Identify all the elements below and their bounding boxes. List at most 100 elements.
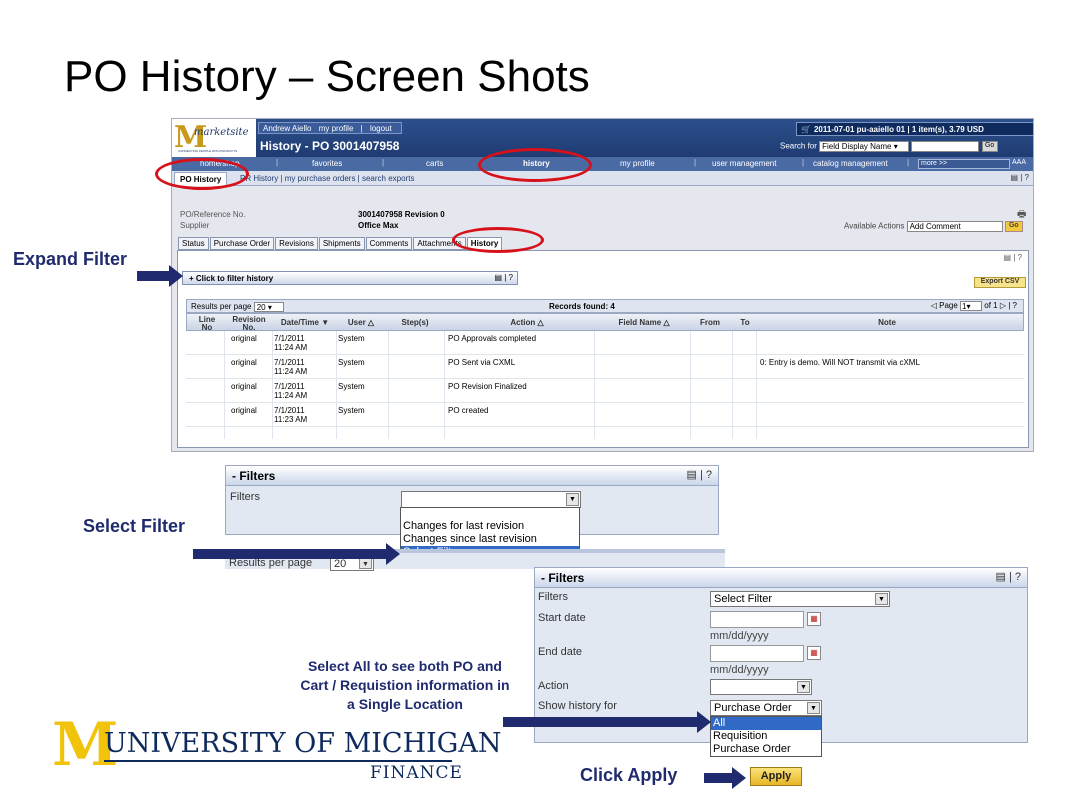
show-history-select[interactable]: Purchase Order ▼ bbox=[710, 700, 822, 716]
results-per-page-select[interactable]: 20 ▾ bbox=[253, 302, 284, 312]
cell-time: 11:23 AM bbox=[274, 415, 308, 424]
cell-action: PO Approvals completed bbox=[448, 334, 537, 343]
chevron-down-icon: ▼ bbox=[566, 493, 579, 506]
filters-select[interactable]: ▼ bbox=[401, 491, 581, 508]
filters-header[interactable]: - Filters ▤ | ? bbox=[535, 568, 1027, 588]
table-row: original 7/1/2011 11:24 AM System PO Sent… bbox=[186, 355, 1024, 379]
cell-revision: original bbox=[231, 334, 257, 343]
font-size-control[interactable]: AAA bbox=[1012, 159, 1026, 166]
select-all-callout: Select All to see both PO and Cart / Req… bbox=[280, 657, 530, 714]
nav-user-management[interactable]: user management bbox=[712, 159, 776, 168]
action-select[interactable]: ▼ bbox=[710, 679, 812, 695]
tab-revisions[interactable]: Revisions bbox=[275, 237, 318, 250]
start-date-input[interactable] bbox=[710, 611, 804, 628]
expand-filter-callout: Expand Filter bbox=[13, 249, 128, 269]
search-go-button[interactable]: Go bbox=[981, 141, 998, 152]
subnav-links[interactable]: PR History | my purchase orders | search… bbox=[240, 174, 414, 183]
select-all-arrow bbox=[503, 711, 711, 733]
nav-favorites[interactable]: favorites bbox=[312, 159, 342, 168]
nav-more-select[interactable]: more >> bbox=[918, 159, 1010, 169]
cell-date-time: 7/1/2011 11:24 AM bbox=[274, 358, 307, 376]
tab-comments[interactable]: Comments bbox=[365, 237, 413, 250]
col-note[interactable]: Note bbox=[867, 319, 907, 327]
show-history-option-requisition[interactable]: Requisition bbox=[711, 730, 821, 743]
col-user-label: User bbox=[347, 318, 366, 327]
cell-date: 7/1/2011 bbox=[274, 358, 305, 367]
cell-time: 11:24 AM bbox=[274, 343, 308, 352]
tab-status[interactable]: Status bbox=[178, 237, 209, 250]
cart-summary[interactable]: 🛒 2011-07-01 pu-aaiello 01 | 1 item(s), 3… bbox=[796, 122, 1033, 136]
filter-option[interactable]: Changes for last revision bbox=[401, 520, 579, 533]
tab-purchase-order[interactable]: Purchase Order bbox=[209, 237, 275, 250]
cell-date-time: 7/1/2011 11:23 AM bbox=[274, 406, 307, 424]
available-actions-select[interactable]: Add Comment bbox=[906, 221, 1003, 232]
apply-button[interactable]: Apply bbox=[750, 767, 802, 786]
filter-bar-icons[interactable]: ▤ | ? bbox=[494, 273, 513, 282]
history-panel: ▤ | ? + Click to filter history ▤ | ? Ex… bbox=[177, 250, 1029, 448]
next-page-icon[interactable]: ▷ bbox=[1000, 301, 1006, 310]
search-field-select[interactable]: Field Display Name ▾ bbox=[819, 141, 910, 152]
show-history-option-purchase-order[interactable]: Purchase Order bbox=[711, 743, 821, 756]
filter-option[interactable]: Changes since last revision bbox=[401, 533, 579, 546]
filters-header-text: - Filters bbox=[232, 469, 276, 483]
start-date-label: Start date bbox=[538, 612, 586, 624]
nav-catalog-management[interactable]: catalog management bbox=[813, 159, 888, 168]
col-date-time[interactable]: Date/Time ▼ bbox=[275, 319, 335, 327]
page-label: Page bbox=[939, 301, 958, 311]
page-select[interactable]: 1▾ bbox=[960, 301, 983, 311]
col-to[interactable]: To bbox=[735, 319, 755, 327]
filters-header[interactable]: - Filters ▤ | ? bbox=[226, 466, 718, 486]
nav-carts[interactable]: carts bbox=[426, 159, 443, 168]
table-header: Line No Revision No. Date/Time ▼ User △ … bbox=[186, 313, 1024, 332]
pager: ◁ Page 1▾ of 1 ▷ | ? bbox=[930, 301, 1017, 311]
supplier-value: Office Max bbox=[358, 221, 399, 230]
page-of: of 1 bbox=[984, 301, 998, 311]
filter-toggle-bar[interactable]: + Click to filter history ▤ | ? bbox=[182, 271, 518, 285]
col-action[interactable]: Action △ bbox=[487, 319, 567, 327]
panel-icons[interactable]: ▤ | ? bbox=[1003, 253, 1022, 262]
highlight-history-nav bbox=[478, 148, 592, 182]
po-info-values: 3001407958 Revision 0 Office Max bbox=[358, 209, 445, 231]
cell-user: System bbox=[338, 334, 365, 343]
export-csv-button[interactable]: Export CSV bbox=[974, 277, 1026, 288]
col-from[interactable]: From bbox=[695, 319, 725, 327]
nav-more-value: more >> bbox=[921, 160, 948, 167]
filters-header-icons[interactable]: ▤ | ? bbox=[996, 570, 1021, 583]
col-field-name[interactable]: Field Name △ bbox=[609, 319, 679, 327]
filters-header-icons[interactable]: ▤ | ? bbox=[687, 468, 712, 481]
cell-action: PO Revision Finalized bbox=[448, 382, 527, 391]
tab-shipments[interactable]: Shipments bbox=[318, 237, 365, 250]
logout-link[interactable]: logout bbox=[370, 124, 392, 133]
calendar-icon[interactable]: ▦ bbox=[807, 646, 821, 660]
chevron-down-icon: ▼ bbox=[359, 558, 372, 569]
filters-label: Filters bbox=[538, 591, 568, 603]
action-label: Action bbox=[538, 680, 569, 692]
nav-my-profile[interactable]: my profile bbox=[620, 159, 655, 168]
search-input[interactable] bbox=[911, 141, 980, 152]
expand-filter-arrow bbox=[137, 265, 183, 287]
filters-select[interactable]: Select Filter ▼ bbox=[710, 591, 890, 607]
cell-revision: original bbox=[231, 382, 257, 391]
show-history-option-all[interactable]: All bbox=[711, 717, 821, 730]
my-profile-link[interactable]: my profile bbox=[319, 124, 354, 133]
filter-toggle-text: + Click to filter history bbox=[189, 274, 274, 283]
col-line-no[interactable]: Line No bbox=[193, 316, 221, 332]
prev-page-icon[interactable]: ◁ bbox=[931, 301, 937, 310]
click-apply-arrow bbox=[704, 767, 746, 789]
supplier-label: Supplier bbox=[180, 221, 210, 230]
cell-time: 11:24 AM bbox=[274, 367, 308, 376]
col-revision-no[interactable]: Revision No. bbox=[227, 316, 271, 332]
actions-go-button[interactable]: Go bbox=[1004, 221, 1023, 232]
start-date-hint: mm/dd/yyyy bbox=[710, 630, 769, 642]
chevron-down-icon: ▼ bbox=[807, 702, 820, 714]
show-history-value: Purchase Order bbox=[714, 702, 792, 714]
calendar-icon[interactable]: ▦ bbox=[807, 612, 821, 626]
subnav-icons[interactable]: ▤ | ? bbox=[1010, 173, 1029, 182]
search-row: Search for Field Display Name ▾ Go bbox=[780, 141, 998, 152]
po-ref-value: 3001407958 Revision 0 bbox=[358, 210, 445, 219]
col-action-label: Action bbox=[510, 318, 536, 327]
col-steps[interactable]: Step(s) bbox=[393, 319, 437, 327]
col-user[interactable]: User △ bbox=[341, 319, 381, 327]
end-date-input[interactable] bbox=[710, 645, 804, 662]
select-all-line: Select All to see both PO and bbox=[308, 658, 502, 674]
